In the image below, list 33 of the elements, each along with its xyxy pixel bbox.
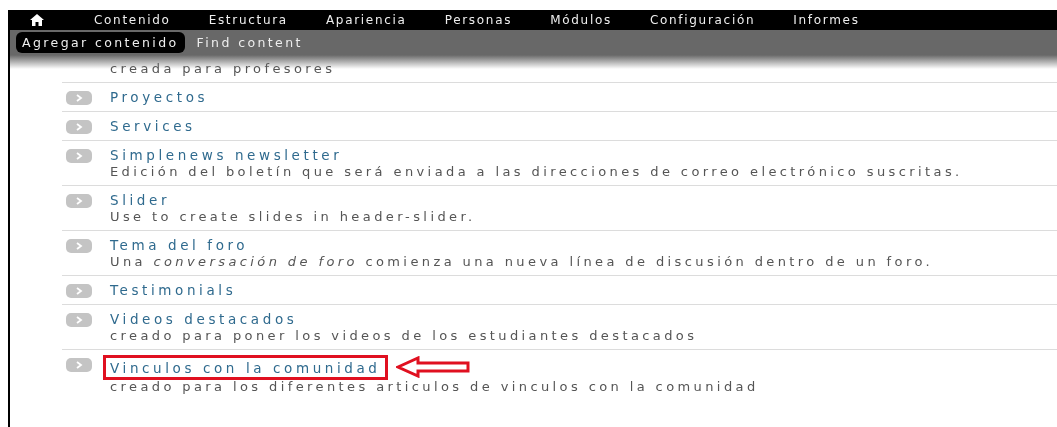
content-type-link[interactable]: Proyectos bbox=[110, 89, 209, 105]
chevron-icon[interactable] bbox=[66, 239, 92, 253]
chevron-icon[interactable] bbox=[66, 149, 92, 163]
content-type-link[interactable]: Simplenews newsletter bbox=[110, 147, 343, 163]
content-type-description: Una conversación de foro comienza una nueva línea de discusión dentro de un foro. bbox=[110, 254, 934, 269]
content-type-link[interactable]: Vinculos con la comunidad bbox=[110, 359, 381, 376]
chevron-icon[interactable] bbox=[66, 120, 92, 134]
annotation-arrow-icon bbox=[395, 356, 470, 378]
content-type-link[interactable]: Slider bbox=[110, 192, 171, 208]
content-type-link[interactable]: Testimonials bbox=[110, 282, 237, 298]
home-icon[interactable] bbox=[30, 14, 44, 26]
toolbar-menu-item[interactable]: Personas bbox=[444, 13, 513, 27]
toolbar-menu-item[interactable]: Informes bbox=[793, 13, 860, 27]
content-type-link[interactable]: Services bbox=[110, 118, 196, 134]
content-type-description: creada para profesores bbox=[110, 61, 336, 76]
shortcut-link[interactable]: Agregar contenido bbox=[16, 32, 185, 53]
content-type-link[interactable]: Tema del foro bbox=[110, 237, 249, 253]
toolbar-menu-item[interactable]: Contenido bbox=[94, 13, 171, 27]
toolbar-menu-item[interactable]: Configuración bbox=[649, 13, 756, 27]
content-type-description: creado para los diferentes articulos de vinculos con la comunidad bbox=[110, 379, 759, 394]
chevron-icon[interactable] bbox=[66, 284, 92, 298]
content-type-description: Edición del boletín que será enviada a las direcciones de correo electrónico suscritas. bbox=[110, 164, 963, 179]
shortcut-link[interactable]: Find content bbox=[190, 32, 309, 53]
toolbar-menu-item[interactable]: Estructura bbox=[208, 13, 288, 27]
content-type-description: creado para poner los videos de los estudiantes destacados bbox=[110, 328, 698, 343]
content-type-description: Use to create slides in header-slider. bbox=[110, 209, 476, 224]
chevron-icon[interactable] bbox=[66, 358, 92, 372]
toolbar-menu-item[interactable]: Apariencia bbox=[325, 13, 407, 27]
chevron-icon[interactable] bbox=[66, 91, 92, 105]
content-type-link[interactable]: Videos destacados bbox=[110, 311, 298, 327]
chevron-icon[interactable] bbox=[66, 313, 92, 327]
chevron-icon[interactable] bbox=[66, 194, 92, 208]
toolbar-menu-item[interactable]: Módulos bbox=[550, 13, 612, 27]
